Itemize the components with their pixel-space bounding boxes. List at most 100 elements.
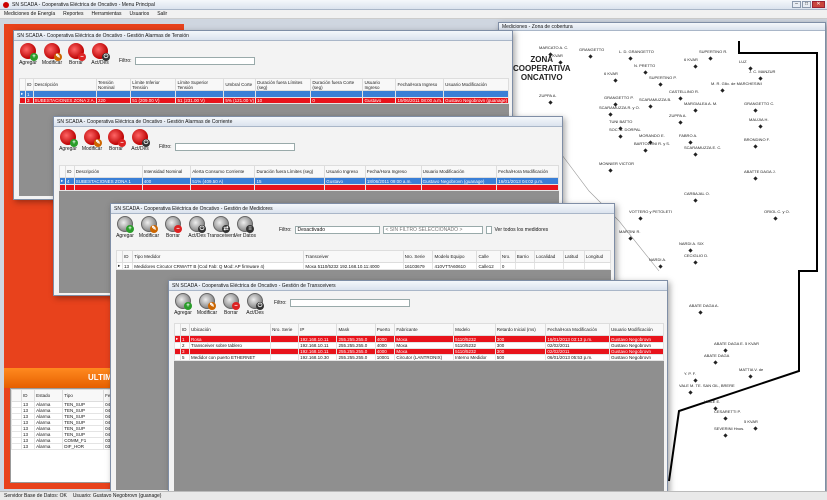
column-header[interactable]: Límite Inferior Tensión <box>130 78 177 91</box>
column-header[interactable]: Duración fuera Límites (seg) <box>254 165 326 178</box>
table-row[interactable]: ▸ 1 <box>19 90 509 98</box>
borrar-button[interactable]: – Borrar <box>220 293 242 316</box>
map-label[interactable]: 5 KVAR <box>549 53 563 58</box>
column-header[interactable]: Fabricante <box>394 323 455 336</box>
w4-filter-input[interactable] <box>289 299 410 307</box>
map-label[interactable]: NARDI A. SIX <box>679 241 704 246</box>
map-label[interactable]: L. D. GRANGETTO <box>619 49 654 54</box>
map-label[interactable]: 6 KVAR <box>684 57 698 62</box>
map-label[interactable]: VIALE E. <box>704 399 720 404</box>
column-header[interactable]: ID <box>65 165 75 178</box>
table-row[interactable] <box>59 184 559 191</box>
alarms-col-tipo[interactable]: Tipo <box>62 389 105 402</box>
map-label[interactable]: BRONDINO F. <box>744 137 770 142</box>
column-header[interactable]: Usuario Modificación <box>608 323 664 336</box>
column-header[interactable]: Mask <box>336 323 376 336</box>
column-header[interactable]: Umbral Corte <box>223 78 257 91</box>
map-label[interactable]: MAUJIA H. <box>749 117 769 122</box>
column-header[interactable]: Puerto <box>374 323 396 336</box>
column-header[interactable]: Descripción <box>32 78 97 91</box>
column-header[interactable]: Duración fuera Corte (seg) <box>310 78 364 91</box>
map-label[interactable]: TUNI BATTO <box>609 119 632 124</box>
alarms-col-estado[interactable]: Estado <box>34 389 64 402</box>
column-header[interactable]: Usuario Modificación <box>420 165 498 178</box>
column-header[interactable]: ID <box>179 323 191 336</box>
ver-datos-button[interactable]: ≡ Ver Datos <box>234 216 256 239</box>
map-label[interactable]: MONNIER VICTOR <box>599 161 634 166</box>
column-header[interactable]: Ubicación <box>189 323 272 336</box>
column-header[interactable]: Fecha/Hora Ingreso <box>364 165 422 178</box>
map-label[interactable]: GRANGETTO C. <box>744 101 774 106</box>
map-label[interactable]: Y. P. F. <box>684 371 696 376</box>
column-header[interactable]: Descripción <box>73 165 143 178</box>
map-label[interactable]: ZUPPA A. <box>539 93 557 98</box>
map-label[interactable]: ABATTE DAGA J. <box>744 169 776 174</box>
w2-filter-input[interactable] <box>174 143 295 151</box>
column-header[interactable]: Intensidad Nominal <box>141 165 192 178</box>
table-row[interactable]: 3 SUBESTACIONES ZONA 2 A. 220 51 (209.00 V)… <box>19 97 509 104</box>
map-label[interactable]: SCARAMUZZA B. <box>639 97 671 102</box>
map-label[interactable]: SCARAMUZZA E. C. <box>684 145 721 150</box>
close-button[interactable]: ✕ <box>812 1 825 8</box>
map-label[interactable]: N. PRETTO <box>634 63 655 68</box>
map-label[interactable]: ABATE DAGA A. <box>689 303 719 308</box>
menu-herramientas[interactable]: Herramientas <box>91 11 121 17</box>
column-header[interactable]: Fecha/Hora Modificación <box>496 165 559 178</box>
map-label[interactable]: CESARETTI P. <box>714 409 741 414</box>
column-header[interactable]: Fecha/Hora Ingreso <box>395 78 445 91</box>
map-label[interactable]: MATTIA V. de <box>739 367 763 372</box>
menu-mediciones[interactable]: Mediciones de Energía <box>4 11 55 17</box>
map-label[interactable]: MARGIALEA A. M. <box>684 101 717 106</box>
act-des-button[interactable]: ⏻ Act/Des <box>186 216 208 239</box>
modificar-button[interactable]: ✎ Modificar <box>81 129 103 152</box>
map-label[interactable]: MORANDO E. <box>639 133 665 138</box>
w3-view-all-checkbox[interactable] <box>485 226 492 234</box>
agregar-button[interactable]: + Agregar <box>57 129 79 152</box>
borrar-button[interactable]: – Borrar <box>65 43 87 66</box>
row-selector[interactable] <box>11 443 22 450</box>
column-header[interactable]: Localidad <box>534 250 564 263</box>
transceivers-button[interactable]: ⇄ Transceivers <box>207 216 235 239</box>
map-label[interactable]: MARTINI R. <box>619 229 640 234</box>
map-label[interactable]: VOTTERO y PETOLETI <box>629 209 672 214</box>
column-header[interactable]: Barrio <box>514 250 536 263</box>
column-header[interactable]: Modelo <box>453 323 496 336</box>
column-header[interactable]: Nro. Serie <box>270 323 300 336</box>
column-header[interactable]: Usuario Modificación <box>443 78 509 91</box>
column-header[interactable]: Tensión Nominal <box>95 78 132 91</box>
column-header[interactable]: Latitud <box>562 250 585 263</box>
column-header[interactable]: ID <box>25 78 34 91</box>
map-label[interactable]: SOC. A. DORPAL <box>609 127 641 132</box>
column-header[interactable]: ID <box>121 250 134 263</box>
agregar-button[interactable]: + Agregar <box>172 293 194 316</box>
column-header[interactable]: Nro. <box>499 250 516 263</box>
minimize-button[interactable]: – <box>792 1 801 8</box>
column-header[interactable]: Longitud <box>583 250 611 263</box>
column-header[interactable]: Transceiver <box>303 250 404 263</box>
alarms-col-id[interactable]: ID <box>20 389 36 402</box>
agregar-button[interactable]: + Agregar <box>17 43 39 66</box>
column-header[interactable]: Usuario Ingreso <box>324 165 366 178</box>
w3-filter-select[interactable]: < SIN FILTRO SELECCIONADO > <box>382 226 483 234</box>
map-label[interactable]: NARDI A. <box>649 257 666 262</box>
menu-usuarios[interactable]: Usuarios <box>129 11 149 17</box>
map-label[interactable]: SUPERTINO P. <box>649 75 677 80</box>
borrar-button[interactable]: – Borrar <box>162 216 184 239</box>
map-label[interactable]: M. R. Gllo. de MARCHESINI <box>711 81 762 86</box>
column-header[interactable]: Nro. Serie <box>402 250 434 263</box>
column-header[interactable]: Alerta Consumo Corriente <box>190 165 256 178</box>
column-header[interactable]: Fecha/Hora Modificación <box>545 323 610 336</box>
map-label[interactable]: 5 KVAR <box>744 419 758 424</box>
map-label[interactable]: ABATE DAGA E. 5 KVAR <box>714 341 759 346</box>
agregar-button[interactable]: + Agregar <box>114 216 136 239</box>
w3-filter-dropdown[interactable]: Desactivado <box>294 226 380 234</box>
column-header[interactable]: Modelo Equipo <box>432 250 478 263</box>
map-label[interactable]: FABRO A. <box>679 133 697 138</box>
column-header[interactable]: Calle <box>476 250 501 263</box>
act-des-button[interactable]: ⏻ Act/Des <box>89 43 111 66</box>
borrar-button[interactable]: – Borrar <box>105 129 127 152</box>
modificar-button[interactable]: ✎ Modificar <box>196 293 218 316</box>
map-label[interactable]: SCARAMUZZA R. y O. <box>599 105 640 110</box>
map-label[interactable]: VALE M. TE. SAN GIL, BRERE <box>679 383 735 388</box>
column-header[interactable]: IP <box>298 323 338 336</box>
